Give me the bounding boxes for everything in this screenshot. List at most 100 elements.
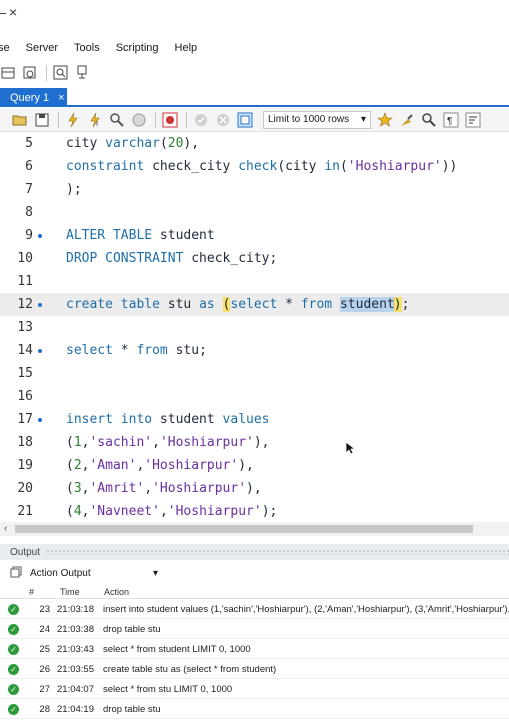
- rollback-icon[interactable]: [215, 112, 231, 128]
- code-text: ALTER TABLE student: [66, 228, 215, 243]
- commit-icon[interactable]: [193, 112, 209, 128]
- menu-item-server[interactable]: Server: [26, 42, 58, 54]
- row-action: drop table stu: [103, 624, 161, 635]
- menu-item-tools[interactable]: Tools: [74, 42, 100, 54]
- statement-marker-icon: [38, 349, 42, 353]
- toolbar-divider: [58, 111, 59, 128]
- statement-marker-icon: [38, 303, 42, 307]
- output-mode-select[interactable]: Action Output ▾: [30, 568, 158, 579]
- add-snippet-icon[interactable]: [377, 111, 393, 128]
- stop-icon[interactable]: [131, 112, 147, 128]
- line-number: 21: [17, 504, 33, 519]
- line-number: 9: [25, 228, 33, 243]
- table-row[interactable]: ✓ 28 21:04:19 drop table stu: [0, 700, 509, 719]
- code-line: 20 (3,'Amrit','Hoshiarpur'),: [0, 477, 509, 500]
- table-row[interactable]: ✓ 26 21:03:55 create table stu as (selec…: [0, 660, 509, 679]
- row-number: 26: [39, 664, 50, 675]
- tab-query-1[interactable]: Query 1 ×: [0, 88, 67, 107]
- code-line: 17 insert into student values: [0, 408, 509, 431]
- scroll-left-icon[interactable]: ‹: [4, 523, 7, 534]
- limit-rows-select[interactable]: Limit to 1000 rows ▾: [263, 110, 371, 129]
- code-line: 9 ALTER TABLE student: [0, 224, 509, 247]
- row-time: 21:03:38: [57, 624, 94, 635]
- editor-horizontal-scrollbar[interactable]: ‹: [0, 522, 509, 536]
- row-number: 25: [39, 644, 50, 655]
- limit-rows-value: Limit to 1000 rows: [268, 114, 350, 125]
- column-header-number[interactable]: #: [29, 587, 34, 597]
- line-number: 11: [17, 274, 33, 289]
- success-check-icon: ✓: [8, 684, 19, 695]
- toolbar-divider: [46, 65, 47, 81]
- code-line: 11: [0, 270, 509, 293]
- explain-icon[interactable]: [109, 112, 125, 128]
- row-number: 28: [39, 704, 50, 715]
- row-number: 23: [39, 604, 50, 615]
- scrollbar-thumb[interactable]: [15, 525, 473, 533]
- code-line: 18 (1,'sachin','Hoshiarpur'),: [0, 431, 509, 454]
- close-icon[interactable]: ×: [9, 4, 17, 20]
- output-copy-icon[interactable]: [10, 566, 22, 581]
- code-text: select * from stu;: [66, 343, 207, 358]
- inspect-icon[interactable]: [53, 65, 69, 81]
- code-line: 19 (2,'Aman','Hoshiarpur'),: [0, 454, 509, 477]
- create-view-icon[interactable]: [22, 65, 38, 81]
- code-text: insert into student values: [66, 412, 270, 427]
- table-row[interactable]: ✓ 27 21:04:07 select * from stu LIMIT 0,…: [0, 680, 509, 699]
- svg-text:¶: ¶: [447, 116, 452, 127]
- open-file-icon[interactable]: [12, 112, 28, 128]
- line-number: 17: [17, 412, 33, 427]
- code-line: 6 constraint check_city check(city in('H…: [0, 155, 509, 178]
- line-number: 10: [17, 251, 33, 266]
- sql-editor-toolbar: I Limit to 1000 rows ▾ ¶: [0, 108, 509, 132]
- menu-item-database[interactable]: se: [0, 42, 10, 54]
- row-time: 21:03:55: [57, 664, 94, 675]
- code-text: constraint check_city check(city in('Hos…: [66, 159, 458, 174]
- autocommit-icon[interactable]: [237, 112, 253, 128]
- output-toolbar: Action Output ▾: [0, 563, 509, 583]
- table-row[interactable]: ✓ 23 21:03:18 insert into student values…: [0, 600, 509, 619]
- panel-grip[interactable]: [46, 549, 509, 555]
- table-row[interactable]: ✓ 24 21:03:38 drop table stu: [0, 620, 509, 639]
- menu-item-scripting[interactable]: Scripting: [116, 42, 159, 54]
- execute-icon[interactable]: [65, 112, 81, 128]
- row-number: 27: [39, 684, 50, 695]
- code-text: (4,'Navneet','Hoshiarpur');: [66, 504, 278, 519]
- beautify-icon[interactable]: [399, 112, 415, 128]
- code-text: (2,'Aman','Hoshiarpur'),: [66, 458, 254, 473]
- code-text: create table stu as (select * from stude…: [66, 297, 410, 312]
- minimize-icon[interactable]: [0, 13, 6, 14]
- line-number: 13: [17, 320, 33, 335]
- toolbar-divider: [155, 111, 156, 128]
- sql-code-editor[interactable]: 5 city varchar(20), 6 constraint check_c…: [0, 132, 509, 520]
- editor-tab-strip: Query 1 ×: [0, 88, 509, 107]
- invisible-characters-icon[interactable]: ¶: [443, 112, 459, 128]
- dropdown-arrow-icon: ▾: [360, 114, 366, 125]
- code-line: 5 city varchar(20),: [0, 132, 509, 155]
- column-header-action[interactable]: Action: [104, 587, 129, 597]
- create-table-icon[interactable]: [0, 65, 16, 81]
- table-row[interactable]: ✓ 25 21:03:43 select * from student LIMI…: [0, 640, 509, 659]
- execute-current-icon[interactable]: I: [87, 112, 103, 128]
- row-time: 21:03:18: [57, 604, 94, 615]
- code-line: 10 DROP CONSTRAINT check_city;: [0, 247, 509, 270]
- column-header-time[interactable]: Time: [60, 587, 80, 597]
- code-line-current: 12 create table stu as (select * from st…: [0, 293, 509, 316]
- wrap-lines-icon[interactable]: [465, 112, 481, 128]
- main-toolbar: [0, 62, 509, 84]
- row-action: drop table stu: [103, 704, 161, 715]
- menu-item-help[interactable]: Help: [175, 42, 198, 54]
- close-tab-icon[interactable]: ×: [58, 92, 64, 104]
- code-line: 21 (4,'Navneet','Hoshiarpur');: [0, 500, 509, 520]
- line-number: 7: [25, 182, 33, 197]
- svg-text:I: I: [96, 121, 98, 128]
- reconnect-icon[interactable]: [75, 65, 91, 81]
- toolbar-divider: [186, 111, 187, 128]
- row-action: insert into student values (1,'sachin','…: [103, 604, 509, 615]
- menu-bar: se Server Tools Scripting Help: [0, 38, 509, 58]
- line-number: 20: [17, 481, 33, 496]
- line-number: 19: [17, 458, 33, 473]
- save-icon[interactable]: [34, 112, 50, 128]
- toggle-stop-on-error-icon[interactable]: [162, 112, 178, 128]
- find-icon[interactable]: [421, 112, 437, 128]
- code-text: );: [66, 182, 82, 197]
